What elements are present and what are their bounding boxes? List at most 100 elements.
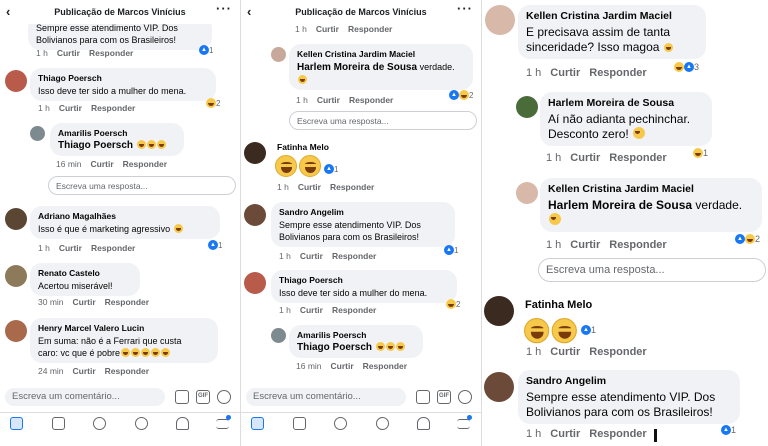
emoji-icon[interactable] bbox=[458, 390, 472, 404]
reaction-count[interactable]: ▲ 1 bbox=[720, 425, 738, 435]
author-name[interactable]: Renato Castelo bbox=[38, 267, 132, 279]
back-arrow-icon[interactable]: ‹ bbox=[247, 0, 251, 24]
avatar[interactable] bbox=[516, 96, 538, 118]
notifications-icon[interactable] bbox=[176, 417, 189, 430]
groups-icon[interactable] bbox=[135, 417, 148, 430]
reply-button[interactable]: Responder bbox=[91, 243, 135, 253]
profile-icon[interactable] bbox=[93, 417, 106, 430]
reply-button[interactable]: Responder bbox=[589, 67, 646, 79]
gif-icon[interactable]: GIF bbox=[196, 390, 210, 404]
reply-button[interactable]: Responder bbox=[91, 103, 135, 113]
emoji-icon[interactable] bbox=[217, 390, 231, 404]
avatar[interactable] bbox=[30, 126, 45, 141]
back-arrow-icon[interactable]: ‹ bbox=[6, 0, 10, 24]
gif-icon[interactable]: GIF bbox=[437, 390, 451, 404]
reaction-count[interactable]: ▲ 1 bbox=[207, 240, 224, 250]
avatar[interactable] bbox=[271, 328, 286, 343]
like-button[interactable]: Curtir bbox=[59, 103, 82, 113]
reply-input[interactable]: Escreva uma resposta... bbox=[538, 258, 766, 282]
reaction-count[interactable]: ▲ 1 bbox=[198, 45, 215, 55]
reply-button[interactable]: Responder bbox=[332, 305, 376, 315]
notifications-icon[interactable] bbox=[417, 417, 430, 430]
like-button[interactable]: Curtir bbox=[317, 95, 340, 105]
reply-button[interactable]: Responder bbox=[123, 159, 167, 169]
more-options-icon[interactable]: ··· bbox=[216, 0, 232, 21]
like-button[interactable]: Curtir bbox=[550, 67, 580, 79]
feed-icon[interactable] bbox=[251, 417, 264, 430]
profile-icon[interactable] bbox=[334, 417, 347, 430]
feed-icon[interactable] bbox=[10, 417, 23, 430]
like-button[interactable]: Curtir bbox=[550, 346, 580, 358]
reaction-count[interactable]: 1 bbox=[692, 148, 710, 158]
reply-button[interactable]: Responder bbox=[348, 24, 392, 34]
reply-button[interactable]: Responder bbox=[330, 182, 374, 192]
like-button[interactable]: Curtir bbox=[91, 159, 114, 169]
reaction-count[interactable]: 2 bbox=[205, 98, 222, 108]
menu-icon[interactable] bbox=[457, 419, 470, 429]
like-button[interactable]: Curtir bbox=[300, 305, 323, 315]
author-name[interactable]: Thiago Poersch bbox=[38, 72, 208, 84]
like-button[interactable]: Curtir bbox=[73, 297, 96, 307]
like-button[interactable]: Curtir bbox=[331, 361, 354, 371]
author-name[interactable]: Kellen Cristina Jardim Maciel bbox=[526, 9, 698, 24]
avatar[interactable] bbox=[244, 142, 266, 164]
mention-link[interactable]: Harlem Moreira de Sousa bbox=[548, 198, 692, 212]
mention-link[interactable]: Harlem Moreira de Sousa bbox=[297, 62, 417, 73]
reply-button[interactable]: Responder bbox=[332, 251, 376, 261]
reaction-count[interactable]: 2 bbox=[445, 299, 462, 309]
author-name[interactable]: Kellen Cristina Jardim Maciel bbox=[548, 182, 754, 197]
reaction-count[interactable]: ▲ 1 bbox=[443, 245, 460, 255]
like-button[interactable]: Curtir bbox=[300, 251, 323, 261]
mention-link[interactable]: Thiago Poersch bbox=[297, 342, 372, 353]
author-name[interactable]: Sandro Angelim bbox=[526, 374, 732, 389]
avatar[interactable] bbox=[271, 47, 286, 62]
like-button[interactable]: Curtir bbox=[298, 182, 321, 192]
reaction-count[interactable]: ▲ 2 bbox=[734, 234, 762, 244]
like-button[interactable]: Curtir bbox=[570, 239, 600, 251]
avatar[interactable] bbox=[484, 372, 514, 402]
avatar[interactable] bbox=[5, 265, 27, 287]
avatar[interactable] bbox=[5, 70, 27, 92]
camera-icon[interactable] bbox=[175, 390, 189, 404]
reaction-count[interactable]: ▲ 1 bbox=[323, 164, 340, 174]
author-name[interactable]: Henry Marcel Valero Lucin bbox=[38, 322, 210, 334]
reply-input[interactable]: Escreva uma resposta... bbox=[48, 176, 236, 195]
reaction-count[interactable]: ▲ 1 bbox=[580, 325, 598, 335]
reply-button[interactable]: Responder bbox=[589, 428, 646, 440]
author-name[interactable]: Thiago Poersch bbox=[279, 274, 449, 286]
avatar[interactable] bbox=[485, 5, 515, 35]
author-name[interactable]: Harlem Moreira de Sousa bbox=[548, 96, 704, 111]
groups-icon[interactable] bbox=[376, 417, 389, 430]
avatar[interactable] bbox=[484, 296, 514, 326]
like-button[interactable]: Curtir bbox=[550, 428, 580, 440]
reply-button[interactable]: Responder bbox=[105, 366, 149, 376]
avatar[interactable] bbox=[5, 208, 27, 230]
author-name[interactable]: Amarilis Poersch bbox=[297, 329, 415, 341]
more-options-icon[interactable]: ··· bbox=[457, 0, 473, 21]
avatar[interactable] bbox=[244, 272, 266, 294]
like-button[interactable]: Curtir bbox=[316, 24, 339, 34]
reply-button[interactable]: Responder bbox=[363, 361, 407, 371]
reply-button[interactable]: Responder bbox=[89, 48, 133, 58]
comment-input[interactable]: Escreva um comentário... bbox=[5, 388, 165, 406]
like-button[interactable]: Curtir bbox=[570, 152, 600, 164]
author-name[interactable]: Amarilis Poersch bbox=[58, 127, 176, 139]
watch-icon[interactable] bbox=[52, 417, 65, 430]
comment-input[interactable]: Escreva um comentário... bbox=[246, 388, 406, 406]
reply-button[interactable]: Responder bbox=[105, 297, 149, 307]
like-button[interactable]: Curtir bbox=[59, 243, 82, 253]
reply-input[interactable]: Escreva uma resposta... bbox=[289, 111, 477, 130]
avatar[interactable] bbox=[516, 182, 538, 204]
menu-icon[interactable] bbox=[216, 419, 229, 429]
author-name[interactable]: Adriano Magalhães bbox=[38, 210, 212, 222]
like-button[interactable]: Curtir bbox=[57, 48, 80, 58]
reply-button[interactable]: Responder bbox=[609, 152, 666, 164]
author-name[interactable]: Sandro Angelim bbox=[279, 206, 447, 218]
mention-link[interactable]: Thiago Poersch bbox=[58, 140, 133, 151]
reaction-count[interactable]: ▲ 3 bbox=[673, 62, 701, 72]
author-name[interactable]: Kellen Cristina Jardim Maciel bbox=[297, 48, 465, 60]
avatar[interactable] bbox=[244, 204, 266, 226]
avatar[interactable] bbox=[5, 320, 27, 342]
reply-button[interactable]: Responder bbox=[609, 239, 666, 251]
watch-icon[interactable] bbox=[293, 417, 306, 430]
